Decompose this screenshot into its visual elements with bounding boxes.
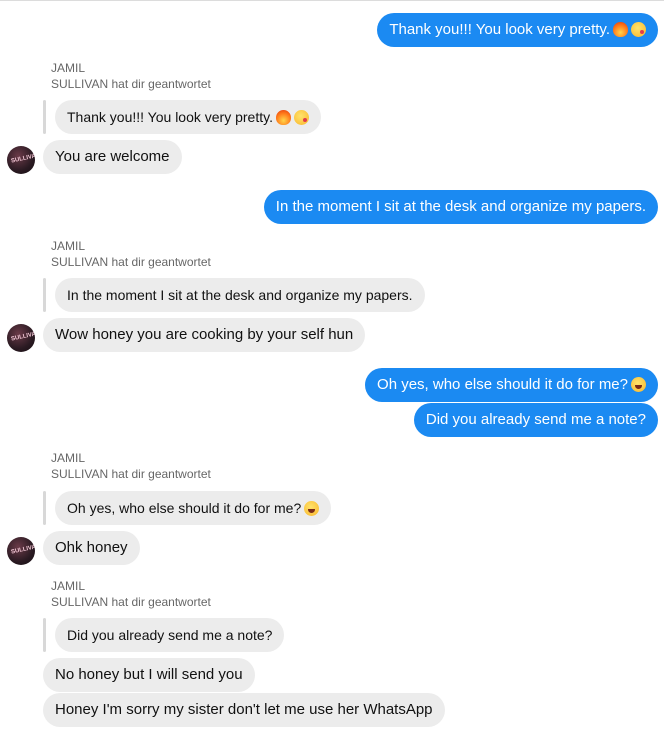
avatar[interactable]: SULLIVA xyxy=(7,324,35,352)
quote-text: In the moment I sit at the desk and orga… xyxy=(67,287,413,303)
message-text: Wow honey you are cooking by your self h… xyxy=(55,326,354,343)
reply-header: JAMIL SULLIVAN hat dir geantwortet xyxy=(51,450,211,482)
fire-emoji-icon xyxy=(613,21,628,37)
avatar-tag: SULLIVA xyxy=(10,153,35,165)
sender-name: JAMIL xyxy=(51,579,86,593)
message-text: No honey but I will send you xyxy=(55,666,243,683)
message-text: Thank you!!! You look very pretty. xyxy=(389,21,610,38)
quote-text: Did you already send me a note? xyxy=(67,627,273,643)
avatar[interactable]: SULLIVA xyxy=(7,146,35,174)
incoming-message[interactable]: No honey but I will send you xyxy=(43,658,255,692)
avatar-tag: SULLIVA xyxy=(10,331,35,343)
message-text: In the moment I sit at the desk and orga… xyxy=(275,198,646,215)
message-text: Ohk honey xyxy=(55,539,128,556)
wink-kiss-emoji-icon xyxy=(631,21,646,37)
quote-bar xyxy=(43,278,46,312)
quote-bubble: Thank you!!! You look very pretty. xyxy=(55,100,321,134)
reply-header: JAMIL SULLIVAN hat dir geantwortet xyxy=(51,60,211,92)
sender-name: JAMIL xyxy=(51,451,86,465)
top-divider xyxy=(0,0,664,1)
incoming-message[interactable]: Wow honey you are cooking by your self h… xyxy=(43,318,366,352)
reply-caption: SULLIVAN hat dir geantwortet xyxy=(51,255,211,269)
laughing-emoji-icon xyxy=(631,376,646,392)
quote-bubble: Did you already send me a note? xyxy=(55,618,285,652)
quote-text: Thank you!!! You look very pretty. xyxy=(67,109,273,125)
message-text: You are welcome xyxy=(55,148,170,165)
quote-bar xyxy=(43,100,46,134)
reply-caption: SULLIVAN hat dir geantwortet xyxy=(51,595,211,609)
sender-name: JAMIL xyxy=(51,239,86,253)
outgoing-message[interactable]: In the moment I sit at the desk and orga… xyxy=(263,190,658,224)
message-text: Honey I'm sorry my sister don't let me u… xyxy=(55,701,433,718)
quote-bar xyxy=(43,618,46,652)
outgoing-message[interactable]: Oh yes, who else should it do for me? xyxy=(365,368,658,402)
quote-bar xyxy=(43,491,46,525)
quote-bubble: Oh yes, who else should it do for me? xyxy=(55,491,332,525)
message-text: Did you already send me a note? xyxy=(425,411,646,428)
reply-caption: SULLIVAN hat dir geantwortet xyxy=(51,467,211,481)
incoming-message[interactable]: Honey I'm sorry my sister don't let me u… xyxy=(43,693,445,727)
incoming-message[interactable]: You are welcome xyxy=(43,140,182,174)
fire-emoji-icon xyxy=(275,109,291,125)
incoming-message[interactable]: Ohk honey xyxy=(43,531,140,565)
quote-text: Oh yes, who else should it do for me? xyxy=(67,500,302,516)
reply-caption: SULLIVAN hat dir geantwortet xyxy=(51,77,211,91)
wink-kiss-emoji-icon xyxy=(293,109,309,125)
quote-bubble: In the moment I sit at the desk and orga… xyxy=(55,278,425,312)
laughing-emoji-icon xyxy=(304,500,320,516)
avatar-tag: SULLIVA xyxy=(10,544,35,556)
reply-header: JAMIL SULLIVAN hat dir geantwortet xyxy=(51,578,211,610)
sender-name: JAMIL xyxy=(51,61,86,75)
avatar[interactable]: SULLIVA xyxy=(7,537,35,565)
reply-header: JAMIL SULLIVAN hat dir geantwortet xyxy=(51,238,211,270)
outgoing-message[interactable]: Did you already send me a note? xyxy=(413,403,658,437)
outgoing-message[interactable]: Thank you!!! You look very pretty. xyxy=(377,13,658,47)
message-text: Oh yes, who else should it do for me? xyxy=(377,376,628,393)
